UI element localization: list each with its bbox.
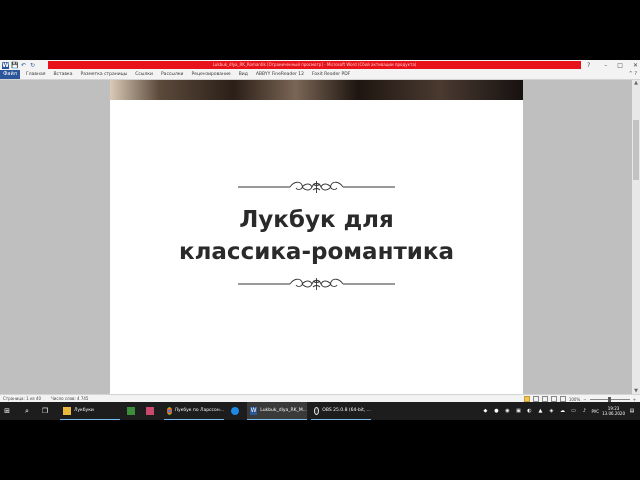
tab-foxit[interactable]: Foxit Reader PDF [312, 70, 350, 79]
ribbon-tabs: Файл Главная Вставка Разметка страницы С… [0, 70, 640, 80]
ribbon-collapse-button[interactable]: ^ ? [629, 70, 637, 79]
taskbar-app-green[interactable] [127, 402, 135, 420]
document-page[interactable]: Лукбук для классика-романтика [110, 80, 523, 394]
zoom-slider-knob[interactable] [607, 396, 611, 402]
zoom-out-button[interactable]: − [583, 397, 586, 402]
tab-insert[interactable]: Вставка [53, 70, 72, 79]
system-tray: ◆ ● ◉ ▣ ◐ ▲ ◈ ☁ ▭ ♪ РУС 19:23 13.06.2020… [481, 402, 636, 420]
tab-review[interactable]: Рецензирование [191, 70, 230, 79]
taskbar-explorer[interactable]: Лукбуки [60, 402, 120, 420]
taskbar-app-pink[interactable] [146, 402, 154, 420]
taskbar-obs[interactable]: OBS 25.0.8 (64-bit, ... [311, 402, 371, 420]
undo-icon[interactable]: ↶ [20, 62, 27, 69]
network-icon[interactable]: ▭ [569, 407, 577, 415]
word-icon: W [250, 406, 258, 415]
obs-icon [314, 406, 320, 415]
tray-app-icon[interactable]: ▲ [536, 407, 544, 415]
word-logo-icon[interactable]: W [2, 61, 9, 69]
tray-app-icon[interactable]: ◈ [547, 407, 555, 415]
taskbar-app-blue[interactable] [231, 402, 239, 420]
scroll-thumb[interactable] [633, 120, 639, 180]
folder-icon [63, 406, 71, 415]
redo-icon[interactable]: ↻ [29, 62, 36, 69]
tab-page-layout[interactable]: Разметка страницы [81, 70, 128, 79]
document-area: Лукбук для классика-романтика [0, 80, 632, 394]
blue-app-icon [231, 407, 239, 415]
taskbar-item-label: Лукбук по Ларссон... [174, 408, 224, 413]
close-button[interactable]: ✕ [633, 62, 638, 69]
zoom-level[interactable]: 100% [569, 397, 580, 402]
tab-file[interactable]: Файл [0, 70, 20, 79]
task-view-icon: ❐ [41, 407, 49, 415]
tray-app-icon[interactable]: ◉ [503, 407, 511, 415]
green-app-icon [127, 407, 135, 415]
tray-app-icon[interactable]: ☁ [558, 407, 566, 415]
tray-app-icon[interactable]: ● [492, 407, 500, 415]
title-highlight: Lukbuk_dlya_RK_Romantik [Ограниченный пр… [48, 61, 581, 69]
zoom-slider[interactable] [589, 396, 630, 402]
chrome-icon [167, 406, 172, 415]
zoom-in-button[interactable]: + [633, 397, 636, 402]
language-indicator[interactable]: РУС [591, 409, 599, 414]
screen: W 💾 ↶ ↻ Lukbuk_dlya_RK_Romantik [Огранич… [0, 60, 640, 420]
tab-mailings[interactable]: Рассылки [161, 70, 184, 79]
taskbar-chrome[interactable]: Лукбук по Ларссон... [164, 402, 224, 420]
tray-app-icon[interactable]: ▣ [514, 407, 522, 415]
taskbar-word[interactable]: W Lukbuk_dlya_RK_M... [247, 402, 307, 420]
notifications-icon[interactable]: ▤ [628, 407, 636, 415]
tab-view[interactable]: Вид [239, 70, 248, 79]
quick-access-toolbar: W 💾 ↶ ↻ [0, 60, 36, 70]
save-icon[interactable]: 💾 [11, 62, 18, 69]
tab-home[interactable]: Главная [26, 70, 45, 79]
taskbar-item-label: Lukbuk_dlya_RK_M... [260, 408, 307, 413]
header-photo [110, 80, 523, 100]
title-bar: W 💾 ↶ ↻ Lukbuk_dlya_RK_Romantik [Огранич… [0, 60, 640, 70]
task-view-button[interactable]: ❐ [41, 402, 49, 420]
window-title: Lukbuk_dlya_RK_Romantik [Ограниченный пр… [212, 62, 417, 67]
scroll-up-icon[interactable]: ▲ [632, 80, 640, 86]
windows-start-icon: ⊞ [4, 407, 10, 415]
window-controls: ? – □ ✕ [587, 60, 638, 70]
document-title-line-2: классика-романтика [178, 239, 455, 265]
tab-list: Главная Вставка Разметка страницы Ссылки… [26, 70, 350, 79]
ornament-divider-top [238, 181, 395, 193]
vertical-scrollbar[interactable]: ▲ ▼ [632, 80, 640, 394]
pink-app-icon [146, 407, 154, 415]
tray-app-icon[interactable]: ◆ [481, 407, 489, 415]
search-button[interactable]: ⌕ [23, 402, 31, 420]
ornament-divider-bottom [238, 278, 395, 290]
volume-icon[interactable]: ♪ [580, 407, 588, 415]
clock[interactable]: 19:23 13.06.2020 [602, 406, 625, 416]
start-button[interactable]: ⊞ [3, 402, 11, 420]
taskbar-item-label: Лукбуки [74, 408, 94, 413]
help-button[interactable]: ? [587, 62, 590, 69]
minimize-button[interactable]: – [604, 62, 607, 69]
tray-app-icon[interactable]: ◐ [525, 407, 533, 415]
taskbar-item-label: OBS 25.0.8 (64-bit, ... [322, 408, 371, 413]
search-icon: ⌕ [25, 406, 29, 415]
maximize-button[interactable]: □ [617, 62, 623, 69]
tab-abbyy[interactable]: ABBYY FineReader 12 [256, 70, 304, 79]
tab-references[interactable]: Ссылки [135, 70, 153, 79]
document-title-line-1: Лукбук для [239, 207, 394, 233]
taskbar: ⊞ ⌕ ❐ Лукбуки Лукбук по Ларссон... W Luk… [0, 402, 640, 420]
clock-date: 13.06.2020 [602, 411, 625, 416]
